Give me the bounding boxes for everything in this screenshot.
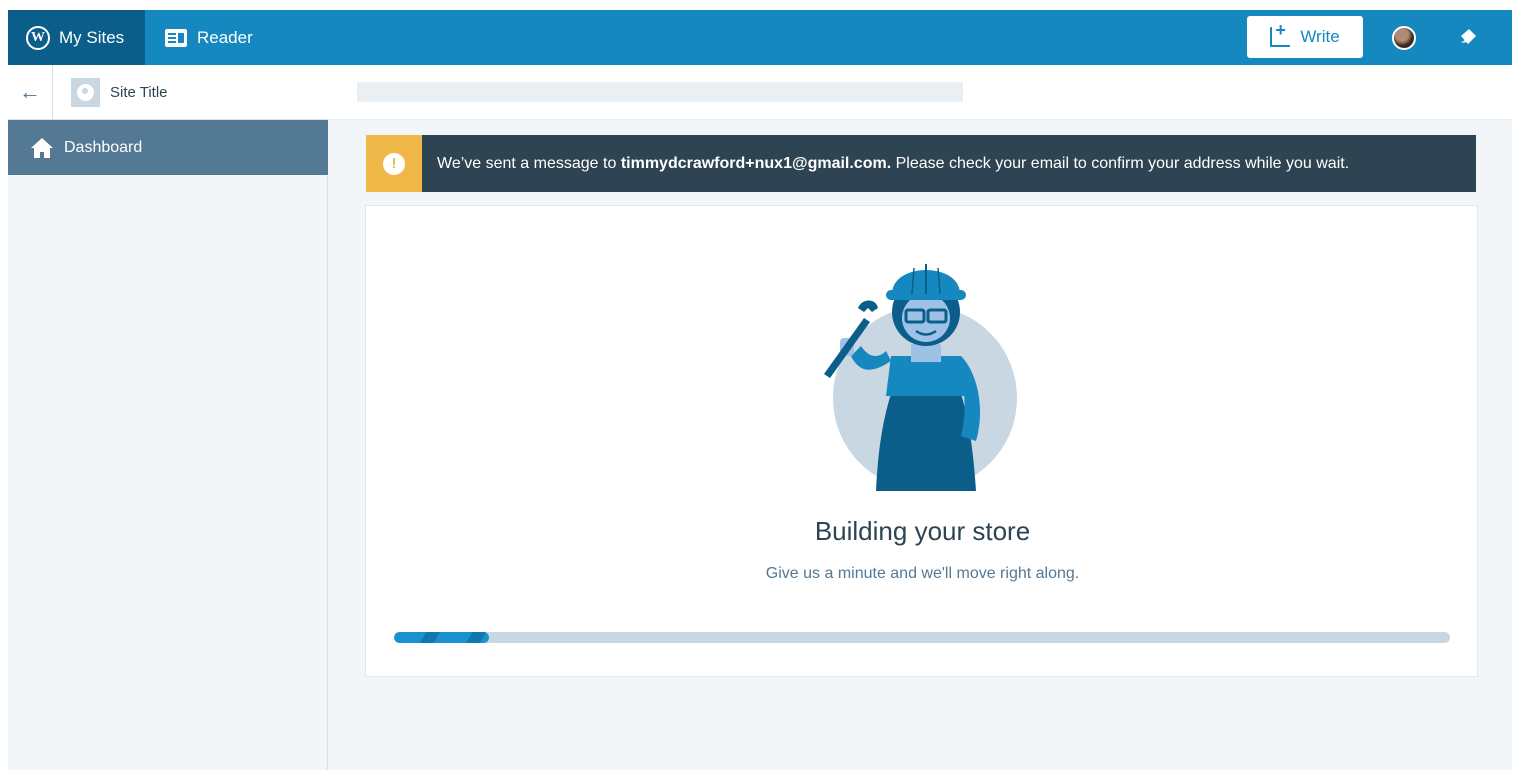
site-header: ← Site Title — [8, 64, 328, 120]
arrow-left-icon: ← — [19, 79, 41, 104]
notice-status: ! — [366, 135, 422, 192]
site-title[interactable]: Site Title — [110, 84, 168, 101]
sidebar: ← Site Title Dashboard — [8, 64, 328, 770]
warning-icon: ! — [383, 152, 405, 175]
store-setup-card: Building your store Give us a minute and… — [365, 205, 1478, 677]
notice-email: timmydcrawford+nux1@gmail.com. — [620, 154, 892, 172]
wordpress-logo-icon: W — [26, 25, 50, 50]
reader-icon — [165, 28, 187, 47]
site-icon — [71, 77, 100, 107]
notifications-icon[interactable] — [1458, 27, 1478, 47]
progress-bar — [394, 632, 1450, 643]
my-sites-button[interactable]: W My Sites — [8, 10, 145, 65]
store-builder-illustration — [824, 264, 1017, 491]
app-window: W My Sites Reader Write ← Site Title — [8, 10, 1512, 770]
store-setup-subtitle: Give us a minute and we'll move right al… — [765, 565, 1080, 582]
progress-fill — [394, 632, 490, 643]
home-icon — [31, 137, 53, 158]
reader-label: Reader — [197, 27, 253, 47]
notice-prefix: We’ve sent a message to — [437, 154, 617, 172]
globe-icon — [77, 83, 94, 101]
notice-text: We’ve sent a message to timmydcrawford+n… — [422, 155, 1349, 173]
avatar[interactable] — [1392, 26, 1416, 50]
my-sites-label: My Sites — [59, 27, 125, 47]
sidebar-item-dashboard[interactable]: Dashboard — [8, 120, 328, 175]
loading-placeholder — [357, 82, 963, 102]
write-icon — [1270, 20, 1291, 47]
main-header — [328, 65, 1512, 120]
back-button[interactable]: ← — [8, 64, 53, 120]
store-setup-title: Building your store — [814, 516, 1031, 546]
write-button[interactable]: Write — [1247, 16, 1363, 58]
write-label: Write — [1300, 27, 1340, 46]
reader-button[interactable]: Reader — [145, 10, 253, 65]
masterbar: W My Sites Reader Write — [8, 10, 1512, 65]
sidebar-item-label: Dashboard — [64, 138, 143, 156]
notice-suffix: Please check your email to confirm your … — [895, 154, 1350, 172]
email-confirmation-notice: ! We’ve sent a message to timmydcrawford… — [366, 135, 1476, 192]
